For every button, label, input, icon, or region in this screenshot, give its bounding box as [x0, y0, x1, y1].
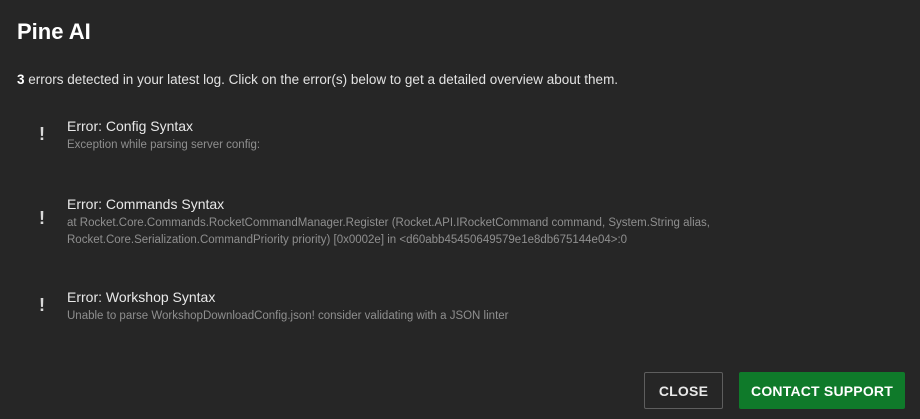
- error-title: Error: Config Syntax: [67, 118, 194, 134]
- error-title: Error: Commands Syntax: [67, 196, 225, 212]
- error-dialog: Pine AI 3 errors detected in your latest…: [0, 0, 920, 419]
- exclamation-icon: !: [39, 124, 45, 144]
- error-summary-text: errors detected in your latest log. Clic…: [24, 72, 619, 87]
- error-detail: at Rocket.Core.Commands.RocketCommandMan…: [67, 217, 710, 246]
- contact-support-button[interactable]: CONTACT SUPPORT: [739, 372, 905, 409]
- error-title: Error: Workshop Syntax: [67, 289, 216, 305]
- dialog-title: Pine AI: [17, 19, 91, 44]
- close-button[interactable]: CLOSE: [644, 372, 723, 409]
- exclamation-icon: !: [39, 295, 45, 315]
- error-count: 3: [17, 72, 25, 87]
- error-summary: 3 errors detected in your latest log. Cl…: [17, 71, 618, 89]
- error-detail: Unable to parse WorkshopDownloadConfig.j…: [67, 310, 509, 322]
- exclamation-icon: !: [39, 208, 45, 228]
- error-detail: Exception while parsing server config:: [67, 139, 261, 151]
